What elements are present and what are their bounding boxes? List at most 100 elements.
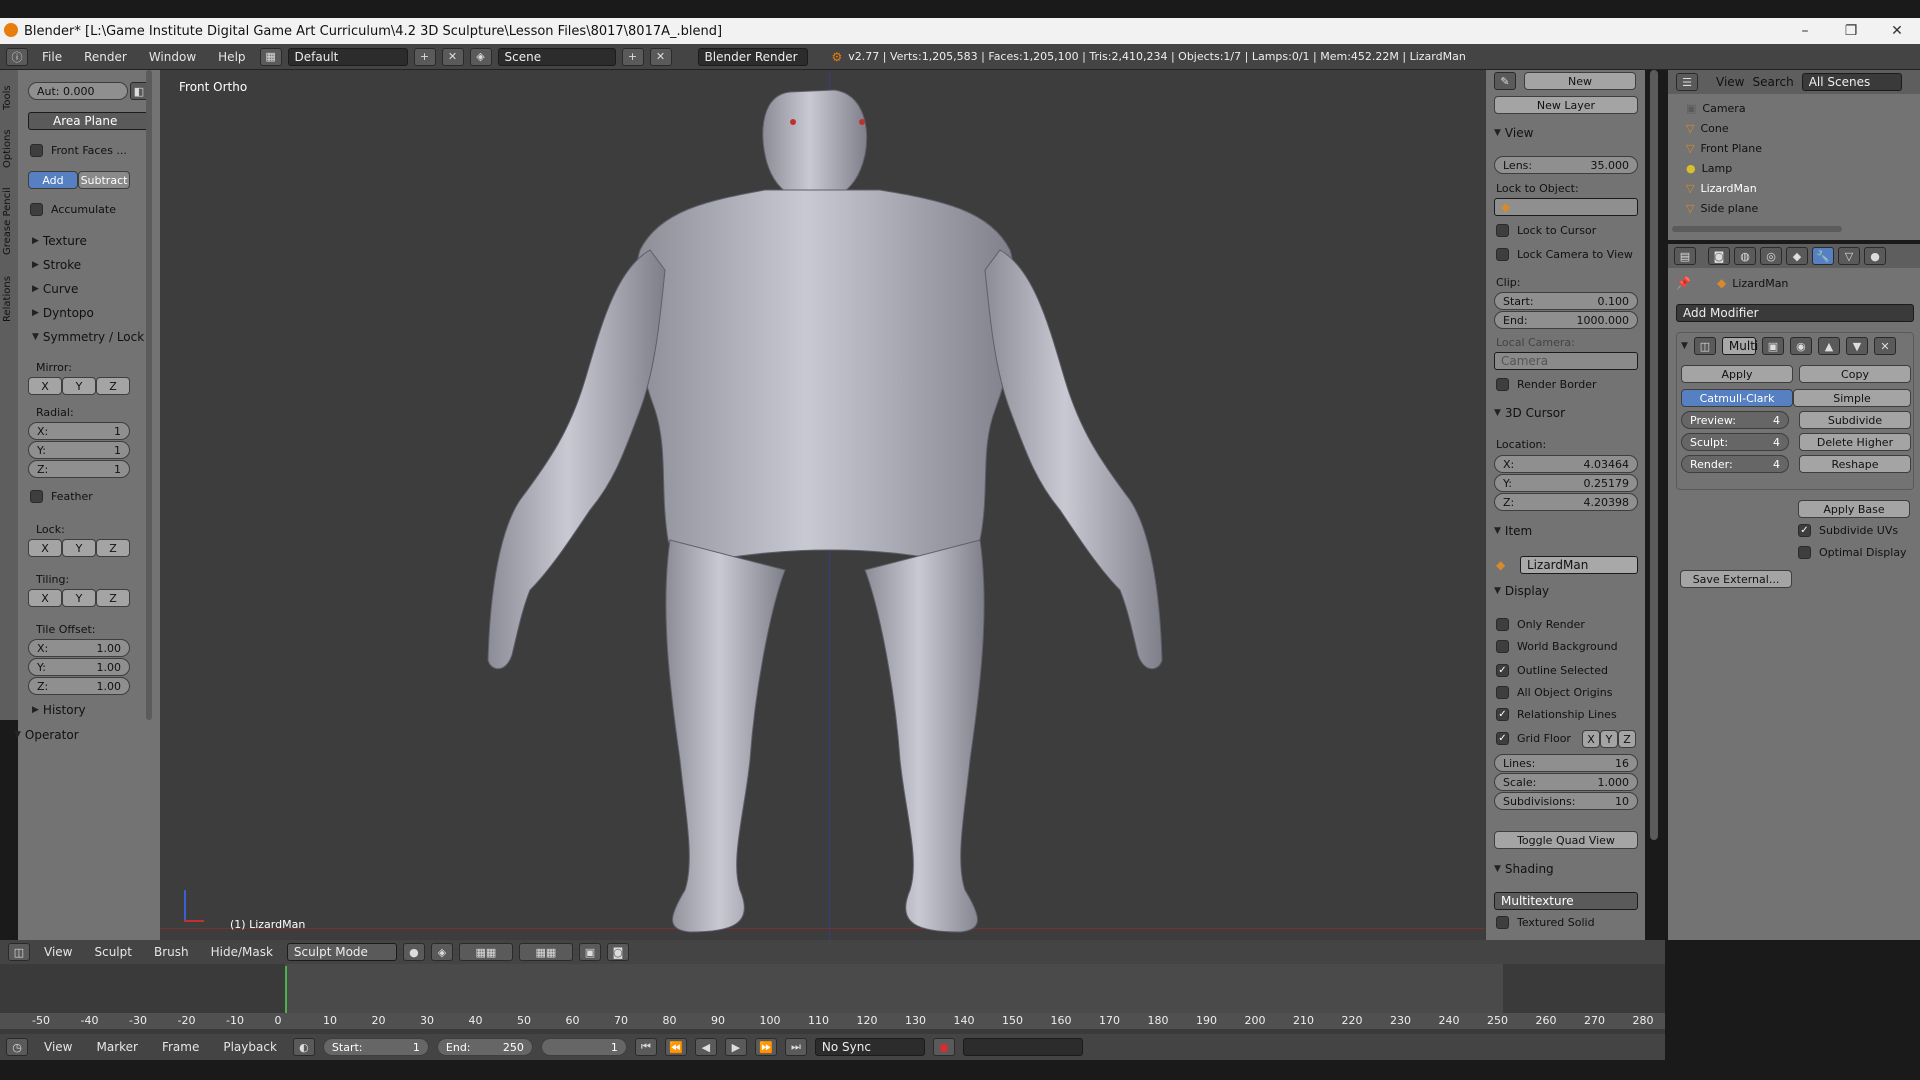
sync-select[interactable]: No Sync — [814, 1038, 925, 1056]
menu-playback[interactable]: Playback — [215, 1040, 285, 1054]
tile-offset-x-field[interactable]: X: 1.00 — [28, 639, 130, 657]
render-level-field[interactable]: Render: 4 — [1681, 455, 1789, 473]
section-dyntopo[interactable]: ▶ Dyntopo — [32, 306, 94, 320]
lens-field[interactable]: Lens: 35.000 — [1494, 156, 1638, 174]
menu-file[interactable]: File — [34, 50, 70, 64]
section-shading[interactable]: ▼ Shading — [1494, 862, 1554, 876]
close-button[interactable]: ✕ — [1874, 23, 1920, 39]
section-curve[interactable]: ▶ Curve — [32, 282, 78, 296]
lock-object-field[interactable]: ◆ — [1494, 198, 1638, 216]
cursor-y-field[interactable]: Y: 0.25179 — [1494, 474, 1638, 492]
editor-type-icon[interactable]: ⓘ — [6, 47, 28, 66]
radial-y-field[interactable]: Y: 1 — [28, 441, 130, 459]
shading-select[interactable]: Multitexture — [1494, 892, 1638, 910]
section-history[interactable]: ▶ History — [32, 703, 86, 717]
outliner-item-lamp[interactable]: ● Lamp — [1686, 162, 1732, 175]
remove-scene-icon[interactable]: ✕ — [649, 47, 672, 66]
grid-y-button[interactable]: Y — [1600, 730, 1618, 748]
lock-y-button[interactable]: Y — [62, 539, 96, 557]
data-tab-icon[interactable]: ▽ — [1838, 247, 1860, 265]
play-icon[interactable]: ▶ — [724, 1038, 747, 1056]
outliner-item-cone[interactable]: ▽ Cone — [1686, 122, 1729, 135]
remove-modifier-icon[interactable]: ✕ — [1873, 337, 1896, 355]
record-icon[interactable]: ● — [932, 1038, 955, 1056]
menu-brush[interactable]: Brush — [146, 945, 197, 959]
grid-scale-field[interactable]: Scale: 1.000 — [1494, 773, 1638, 791]
render-preview-icon[interactable]: ▣ — [578, 943, 601, 961]
render-border-checkbox[interactable]: Render Border — [1496, 378, 1597, 391]
viewport-toggle-icon[interactable]: ◉ — [1789, 337, 1812, 355]
menu-render[interactable]: Render — [76, 50, 135, 64]
all-origins-checkbox[interactable]: All Object Origins — [1496, 686, 1612, 699]
3d-viewport[interactable]: Front Ortho (1) LizardMan — [160, 70, 1485, 940]
subdivide-button[interactable]: Subdivide — [1799, 411, 1911, 429]
menu-hide-mask[interactable]: Hide/Mask — [203, 945, 281, 959]
scene-field[interactable]: Scene — [497, 47, 616, 66]
section-operator[interactable]: ▼ Operator — [14, 728, 79, 742]
preview-level-field[interactable]: Preview: 4 — [1681, 411, 1789, 429]
material-tab-icon[interactable]: ● — [1864, 247, 1886, 265]
grid-z-button[interactable]: Z — [1618, 730, 1636, 748]
only-render-checkbox[interactable]: Only Render — [1496, 618, 1585, 631]
outliner-item-side-plane[interactable]: ▽ Side plane — [1686, 202, 1758, 215]
sculpt-level-field[interactable]: Sculpt: 4 — [1681, 433, 1789, 451]
keying-set-field[interactable] — [962, 1038, 1083, 1056]
cursor-z-field[interactable]: Z: 4.20398 — [1494, 493, 1638, 511]
outliner-item-front-plane[interactable]: ▽ Front Plane — [1686, 142, 1762, 155]
area-plane-select[interactable]: Area Plane — [28, 112, 150, 130]
mode-select[interactable]: Sculpt Mode — [286, 943, 397, 961]
grid-x-button[interactable]: X — [1582, 730, 1600, 748]
jump-end-icon[interactable]: ⏭ — [784, 1038, 807, 1056]
new-layer-button[interactable]: New Layer — [1494, 96, 1638, 114]
lock-x-button[interactable]: X — [28, 539, 62, 557]
tab-relations[interactable]: Relations — [2, 262, 13, 322]
apply-base-button[interactable]: Apply Base — [1798, 500, 1910, 518]
scene-icon[interactable]: ◈ — [469, 47, 492, 66]
radial-z-field[interactable]: Z: 1 — [28, 460, 130, 478]
copy-button[interactable]: Copy — [1799, 365, 1911, 383]
delete-higher-button[interactable]: Delete Higher — [1799, 433, 1911, 451]
outliner-item-camera[interactable]: ▣ Camera — [1686, 102, 1746, 115]
play-reverse-icon[interactable]: ◀ — [694, 1038, 717, 1056]
layout-icon[interactable]: ▦ — [259, 47, 282, 66]
tab-grease-pencil[interactable]: Grease Pencil — [2, 175, 13, 255]
catmull-clark-button[interactable]: Catmull-Clark — [1681, 389, 1793, 407]
mirror-y-button[interactable]: Y — [62, 377, 96, 395]
menu-timeline-view[interactable]: View — [36, 1040, 80, 1054]
world-background-checkbox[interactable]: World Background — [1496, 640, 1618, 653]
start-frame-field[interactable]: Start: 1 — [322, 1038, 429, 1056]
tiling-z-button[interactable]: Z — [96, 589, 130, 607]
outliner-view-menu[interactable]: View — [1716, 75, 1744, 89]
add-scene-icon[interactable]: + — [621, 47, 644, 66]
feather-checkbox[interactable]: Feather — [30, 490, 93, 503]
menu-marker[interactable]: Marker — [88, 1040, 145, 1054]
prev-key-icon[interactable]: ⏪ — [664, 1038, 687, 1056]
tiling-y-button[interactable]: Y — [62, 589, 96, 607]
tab-tools[interactable]: Tools — [2, 80, 13, 110]
tile-offset-y-field[interactable]: Y: 1.00 — [28, 658, 130, 676]
front-faces-checkbox[interactable]: Front Faces ... — [30, 144, 127, 157]
move-up-icon[interactable]: ▲ — [1817, 337, 1840, 355]
lock-to-cursor-checkbox[interactable]: Lock to Cursor — [1496, 224, 1596, 237]
subtract-button[interactable]: Subtract — [78, 171, 130, 189]
reshape-button[interactable]: Reshape — [1799, 455, 1911, 473]
object-tab-icon[interactable]: ◆ — [1786, 247, 1808, 265]
modifier-name-field[interactable]: Multi — [1721, 337, 1758, 355]
add-layout-icon[interactable]: + — [413, 47, 436, 66]
outliner-item-lizardman[interactable]: ▽ LizardMan — [1686, 182, 1757, 195]
current-frame-marker[interactable] — [285, 966, 287, 1015]
render-tab-icon[interactable]: ◙ — [1708, 247, 1730, 265]
move-down-icon[interactable]: ▼ — [1845, 337, 1868, 355]
tile-offset-z-field[interactable]: Z: 1.00 — [28, 677, 130, 695]
autosmooth-field[interactable]: Aut: 0.000 — [28, 82, 128, 100]
simple-button[interactable]: Simple — [1793, 389, 1911, 407]
lock-z-button[interactable]: Z — [96, 539, 130, 557]
textured-solid-checkbox[interactable]: Textured Solid — [1496, 916, 1595, 929]
world-tab-icon[interactable]: ◎ — [1760, 247, 1782, 265]
cursor-x-field[interactable]: X: 4.03464 — [1494, 455, 1638, 473]
accumulate-checkbox[interactable]: Accumulate — [30, 203, 116, 216]
menu-window[interactable]: Window — [141, 50, 204, 64]
section-item[interactable]: ▼ Item — [1494, 524, 1532, 538]
render-engine-select[interactable]: Blender Render — [697, 47, 808, 66]
section-texture[interactable]: ▶ Texture — [32, 234, 87, 248]
